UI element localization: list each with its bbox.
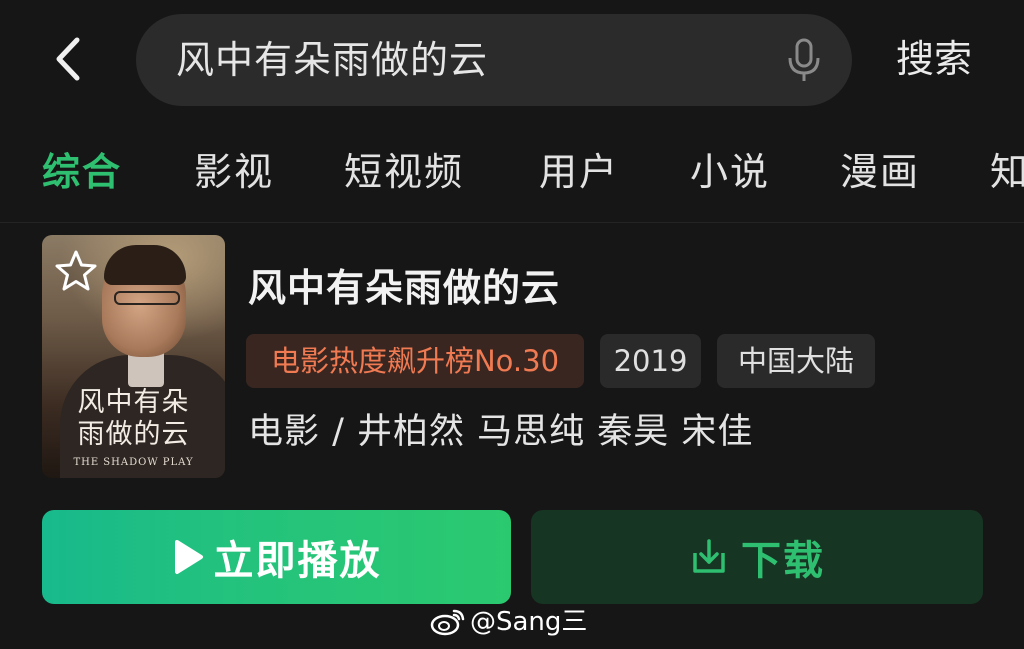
poster-subtitle: THE SHADOW PLAY xyxy=(73,457,194,468)
watermark-text: @Sang三 xyxy=(470,607,588,637)
play-now-button[interactable]: 立即播放 xyxy=(42,510,511,604)
download-icon xyxy=(693,539,725,573)
region-tag: 中国大陆 xyxy=(717,334,875,388)
weibo-icon xyxy=(430,609,465,636)
movie-poster[interactable]: 风中有朵 雨做的云 THE SHADOW PLAY xyxy=(42,235,225,478)
movie-meta: 电影 / 井柏然 马思纯 秦昊 宋佳 xyxy=(248,412,754,452)
back-button[interactable] xyxy=(46,34,90,84)
poster-figure-hair xyxy=(104,245,186,285)
play-icon xyxy=(174,540,203,574)
top-bar: 风中有朵雨做的云 搜索 xyxy=(0,0,1024,118)
tab-users[interactable]: 用户 xyxy=(539,132,619,212)
download-label: 下载 xyxy=(741,538,825,584)
tab-knowledge[interactable]: 知 xyxy=(990,132,1024,212)
microphone-icon[interactable] xyxy=(786,38,822,84)
tab-novels[interactable]: 小说 xyxy=(690,132,770,212)
tab-comics[interactable]: 漫画 xyxy=(840,132,920,212)
poster-figure-glasses xyxy=(114,291,180,305)
search-input[interactable]: 风中有朵雨做的云 xyxy=(136,14,852,106)
category-tabs: 综合 影视 短视频 用户 小说 漫画 知 xyxy=(0,132,1024,212)
search-query: 风中有朵雨做的云 xyxy=(176,38,489,82)
star-icon[interactable] xyxy=(54,249,98,293)
tab-all[interactable]: 综合 xyxy=(42,132,122,212)
poster-title-line2: 雨做的云 xyxy=(77,419,190,450)
chevron-left-icon xyxy=(56,37,80,81)
play-now-label: 立即播放 xyxy=(213,538,382,584)
rank-badge[interactable]: 电影热度飙升榜No.30 xyxy=(246,334,584,388)
poster-title: 风中有朵 雨做的云 xyxy=(42,387,225,451)
year-tag: 2019 xyxy=(600,334,701,388)
download-button[interactable]: 下载 xyxy=(531,510,983,604)
weibo-watermark: @Sang三 xyxy=(430,604,587,640)
search-button[interactable]: 搜索 xyxy=(896,30,972,88)
tab-film-tv[interactable]: 影视 xyxy=(194,132,274,212)
divider xyxy=(0,222,1024,223)
poster-title-line1: 风中有朵 xyxy=(77,387,190,418)
movie-title[interactable]: 风中有朵雨做的云 xyxy=(248,258,560,318)
tab-short-video[interactable]: 短视频 xyxy=(344,132,464,212)
